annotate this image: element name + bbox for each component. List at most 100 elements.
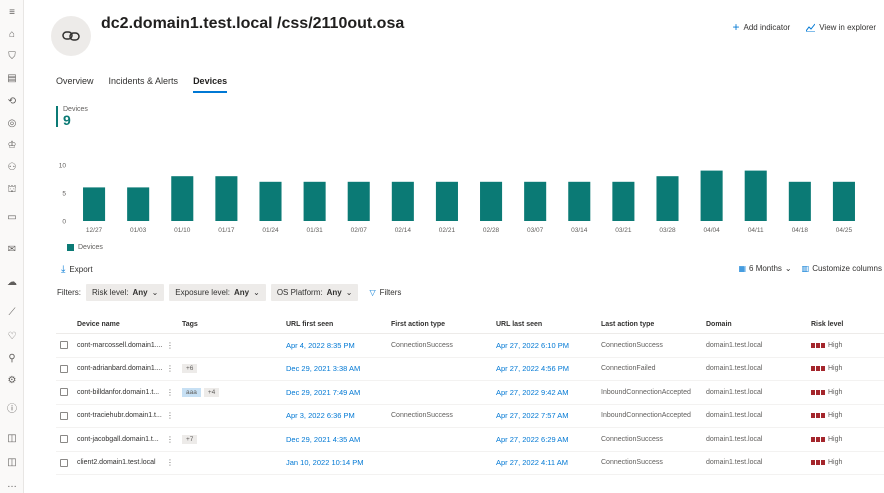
bar-01-17[interactable] [215, 176, 238, 221]
partners-icon[interactable]: ⚇ [5, 161, 19, 175]
tag-chip[interactable]: +7 [182, 434, 198, 444]
bar-03-07[interactable] [524, 181, 547, 221]
col-first-action[interactable]: First action type [391, 321, 496, 328]
row-checkbox[interactable] [60, 435, 68, 444]
row-checkbox[interactable] [60, 364, 68, 373]
bar-02-14[interactable] [391, 181, 414, 221]
tab-devices[interactable]: Devices [193, 76, 228, 93]
tag-chip[interactable]: +6 [182, 364, 198, 374]
device-name[interactable]: cont-traciehubr.domain1.t... [77, 412, 162, 419]
url-first-seen[interactable]: Dec 29, 2021 4:35 AM [286, 435, 391, 444]
risk-level-filter[interactable]: Risk level: Any ⌄ [86, 284, 165, 301]
bar-01-24[interactable] [259, 181, 282, 221]
col-url-first-seen[interactable]: URL first seen [286, 321, 391, 328]
device-name[interactable]: cont-billdanfor.domain1.t... [77, 389, 159, 396]
col-last-action[interactable]: Last action type [601, 321, 706, 328]
more-actions-icon[interactable]: ⋮ [166, 388, 174, 397]
device-name-cell[interactable]: client2.domain1.test.local ⋮ [77, 458, 182, 467]
more-actions-icon[interactable]: ⋮ [166, 364, 174, 373]
device-name-cell[interactable]: cont-marcossell.domain1.... ⋮ [77, 341, 182, 350]
col-tags[interactable]: Tags [182, 321, 286, 328]
row-checkbox[interactable] [60, 388, 68, 397]
url-last-seen[interactable]: Apr 27, 2022 6:29 AM [496, 435, 601, 444]
row-checkbox[interactable] [60, 458, 68, 467]
device-name-cell[interactable]: cont-adrianbard.domain1.... ⋮ [77, 364, 182, 373]
more-actions-icon[interactable]: ⋮ [166, 458, 174, 467]
menu-icon[interactable]: ≡ [5, 6, 19, 20]
url-last-seen[interactable]: Apr 27, 2022 4:11 AM [496, 458, 601, 467]
cloud-icon[interactable]: ☁ [5, 276, 19, 290]
bar-01-31[interactable] [303, 181, 326, 221]
url-first-seen[interactable]: Dec 29, 2021 3:38 AM [286, 364, 391, 373]
incidents-icon[interactable]: ▤ [5, 72, 19, 86]
table-row[interactable]: client2.domain1.test.local ⋮ Jan 10, 2022 … [56, 452, 884, 475]
device-name[interactable]: cont-marcossell.domain1.... [77, 342, 163, 349]
bar-04-18[interactable] [788, 181, 811, 221]
tag-chip[interactable]: +4 [203, 387, 220, 397]
url-first-seen[interactable]: Jan 10, 2022 10:14 PM [286, 458, 391, 467]
chat-icon[interactable]: ◫ [5, 456, 19, 470]
settings-icon[interactable]: ⚙ [5, 374, 19, 388]
table-row[interactable]: cont-billdanfor.domain1.t... ⋮ aaa +4 Dec 29… [56, 381, 884, 405]
device-name-cell[interactable]: cont-jacobgall.domain1.t... ⋮ [77, 435, 182, 444]
col-url-last-seen[interactable]: URL last seen [496, 321, 601, 328]
bar-01-03[interactable] [127, 187, 150, 221]
mail-icon[interactable]: ✉ [5, 243, 19, 257]
url-last-seen[interactable]: Apr 27, 2022 6:10 PM [496, 341, 601, 350]
bar-04-04[interactable] [700, 170, 723, 221]
hunting-icon[interactable]: ⟲ [5, 95, 19, 109]
chart-icon[interactable]: ⟋ [5, 306, 19, 320]
bar-04-25[interactable] [832, 181, 855, 221]
table-row[interactable]: cont-marcossell.domain1.... ⋮ Apr 4, 2022 … [56, 334, 884, 358]
device-name[interactable]: cont-adrianbard.domain1.... [77, 365, 163, 372]
device-name-cell[interactable]: cont-billdanfor.domain1.t... ⋮ [77, 388, 182, 397]
add-indicator-button[interactable]: + Add indicator [733, 20, 791, 34]
url-last-seen[interactable]: Apr 27, 2022 7:57 AM [496, 411, 601, 420]
exposure-level-filter[interactable]: Exposure level: Any ⌄ [169, 284, 266, 301]
devices-icon[interactable]: ▭ [5, 211, 19, 225]
health-icon[interactable]: ♡ [5, 330, 19, 344]
bar-01-10[interactable] [171, 176, 194, 221]
shield-icon[interactable]: ⛉ [5, 50, 19, 64]
bar-03-28[interactable] [656, 176, 679, 221]
feedback-icon[interactable]: ◫ [5, 432, 19, 446]
bar-04-11[interactable] [744, 170, 767, 221]
col-risk-level[interactable]: Risk level [811, 321, 881, 328]
more-actions-icon[interactable]: ⋮ [166, 341, 174, 350]
bar-02-28[interactable] [480, 181, 503, 221]
os-platform-filter[interactable]: OS Platform: Any ⌄ [270, 284, 359, 301]
view-in-explorer-button[interactable]: View in explorer [806, 20, 876, 34]
url-last-seen[interactable]: Apr 27, 2022 9:42 AM [496, 388, 601, 397]
tab-incidents-alerts[interactable]: Incidents & Alerts [109, 76, 179, 93]
row-checkbox[interactable] [60, 411, 68, 420]
evaluation-icon[interactable]: ⛫ [5, 183, 19, 197]
more-icon[interactable]: … [5, 478, 19, 492]
url-last-seen[interactable]: Apr 27, 2022 4:56 PM [496, 364, 601, 373]
bar-02-07[interactable] [347, 181, 370, 221]
url-first-seen[interactable]: Apr 3, 2022 6:36 PM [286, 411, 391, 420]
bar-12-27[interactable] [83, 187, 106, 221]
url-first-seen[interactable]: Dec 29, 2021 7:49 AM [286, 388, 391, 397]
table-row[interactable]: cont-adrianbard.domain1.... ⋮ +6 Dec 29, 20… [56, 358, 884, 381]
row-checkbox[interactable] [60, 341, 68, 350]
table-row[interactable]: cont-traciehubr.domain1.t... ⋮ Apr 3, 2022… [56, 405, 884, 428]
customize-columns-button[interactable]: ▥ Customize columns [802, 264, 882, 273]
table-row[interactable]: cont-jacobgall.domain1.t... ⋮ +7 Dec 29, 20… [56, 428, 884, 452]
more-actions-icon[interactable]: ⋮ [166, 435, 174, 444]
bar-02-21[interactable] [435, 181, 458, 221]
permissions-icon[interactable]: ⚲ [5, 352, 19, 366]
action-center-icon[interactable]: ◎ [5, 117, 19, 131]
trophy-icon[interactable]: ♔ [5, 139, 19, 153]
device-name-cell[interactable]: cont-traciehubr.domain1.t... ⋮ [77, 411, 182, 420]
col-device-name[interactable]: Device name [77, 321, 182, 328]
device-name[interactable]: cont-jacobgall.domain1.t... [77, 436, 159, 443]
export-button[interactable]: ⤓ Export [61, 264, 93, 275]
tag-chip[interactable]: aaa [182, 387, 201, 397]
url-first-seen[interactable]: Apr 4, 2022 8:35 PM [286, 341, 391, 350]
home-icon[interactable]: ⌂ [5, 28, 19, 42]
col-domain[interactable]: Domain [706, 321, 811, 328]
bar-03-14[interactable] [568, 181, 591, 221]
tab-overview[interactable]: Overview [56, 76, 94, 93]
time-range-dropdown[interactable]: ▦ 6 Months ⌄ [738, 264, 791, 273]
info-icon[interactable]: ⓘ [5, 403, 19, 417]
